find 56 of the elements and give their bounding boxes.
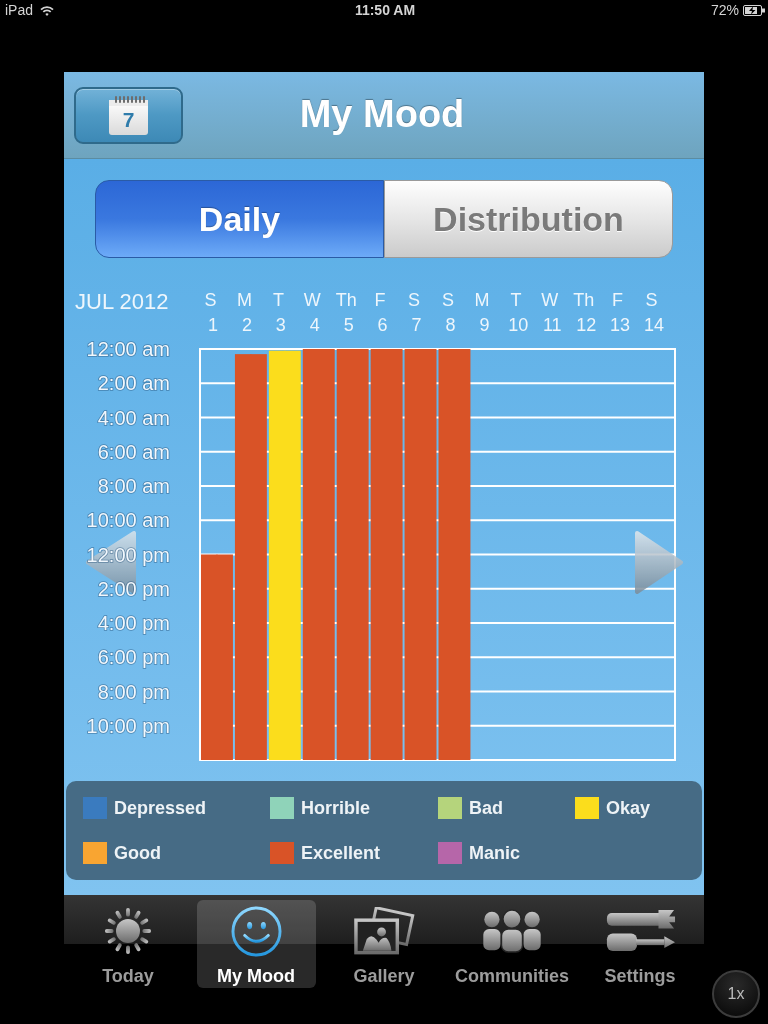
time-label: 10:00 am — [86, 509, 170, 532]
day-label: S 14 — [644, 290, 665, 335]
left-arrow-icon[interactable] — [85, 530, 137, 595]
calendar-icon — [108, 95, 149, 135]
legend-label: Okay — [606, 797, 651, 819]
day-label: T 3 — [273, 290, 286, 335]
segment-tab[interactable]: Daily — [95, 180, 384, 258]
legend-label: Manic — [469, 842, 520, 864]
time-label: 10:00 pm — [86, 714, 170, 737]
sun-icon — [104, 907, 152, 955]
legend-label: Excellent — [301, 842, 381, 864]
zoom-button[interactable]: 1x — [712, 970, 760, 1018]
day-label: T 10 — [508, 290, 529, 335]
tab-item[interactable]: Communities — [452, 900, 572, 988]
time-label: 4:00 am — [97, 406, 170, 429]
time-label: 4:00 pm — [97, 612, 170, 634]
day-label: S 7 — [408, 290, 422, 335]
day-label: F 13 — [610, 290, 631, 335]
people-icon — [481, 909, 543, 953]
time-label: 8:00 pm — [97, 680, 170, 703]
device-name: iPad — [5, 2, 34, 18]
clock-time: 11:50 AM — [354, 2, 416, 18]
day-label: F 6 — [374, 290, 388, 335]
day-label: M 9 — [474, 290, 490, 335]
calendar-button[interactable]: 7 — [74, 86, 183, 144]
smiley-icon — [230, 905, 282, 957]
photos-icon — [352, 907, 416, 955]
time-label: 12:00 pm — [86, 543, 170, 566]
chart-title: JUL 2012 — [75, 289, 169, 314]
tab-item[interactable]: Gallery — [324, 900, 444, 988]
wifi-icon — [40, 4, 55, 16]
tab-item[interactable]: My Mood — [196, 900, 316, 988]
time-label: 6:00 pm — [97, 646, 170, 669]
right-arrow-icon[interactable] — [634, 530, 684, 595]
time-label: 8:00 am — [97, 475, 170, 497]
tab-item[interactable]: Settings — [580, 900, 700, 988]
screen-title: My Mood — [299, 94, 465, 136]
battery-icon — [743, 4, 765, 16]
day-label: Th 12 — [573, 290, 597, 335]
legend-label: Depressed — [114, 797, 207, 819]
time-label: 6:00 am — [97, 440, 170, 463]
day-label: Th 5 — [335, 290, 357, 335]
day-label: M 2 — [236, 290, 252, 335]
time-label: 12:00 am — [86, 338, 170, 360]
tab-item[interactable]: Today — [68, 900, 188, 988]
time-label: 2:00 pm — [97, 577, 170, 600]
day-label: S 1 — [204, 290, 218, 335]
legend-label: Bad — [469, 797, 503, 819]
tools-icon — [604, 908, 676, 954]
day-label: W 11 — [541, 290, 562, 335]
day-label: W 4 — [303, 290, 321, 335]
time-label: 2:00 am — [97, 372, 170, 395]
battery-percent: 72% — [710, 2, 739, 18]
legend-label: Horrible — [301, 797, 370, 819]
legend-label: Good — [114, 842, 161, 864]
day-label: S 8 — [441, 290, 456, 335]
